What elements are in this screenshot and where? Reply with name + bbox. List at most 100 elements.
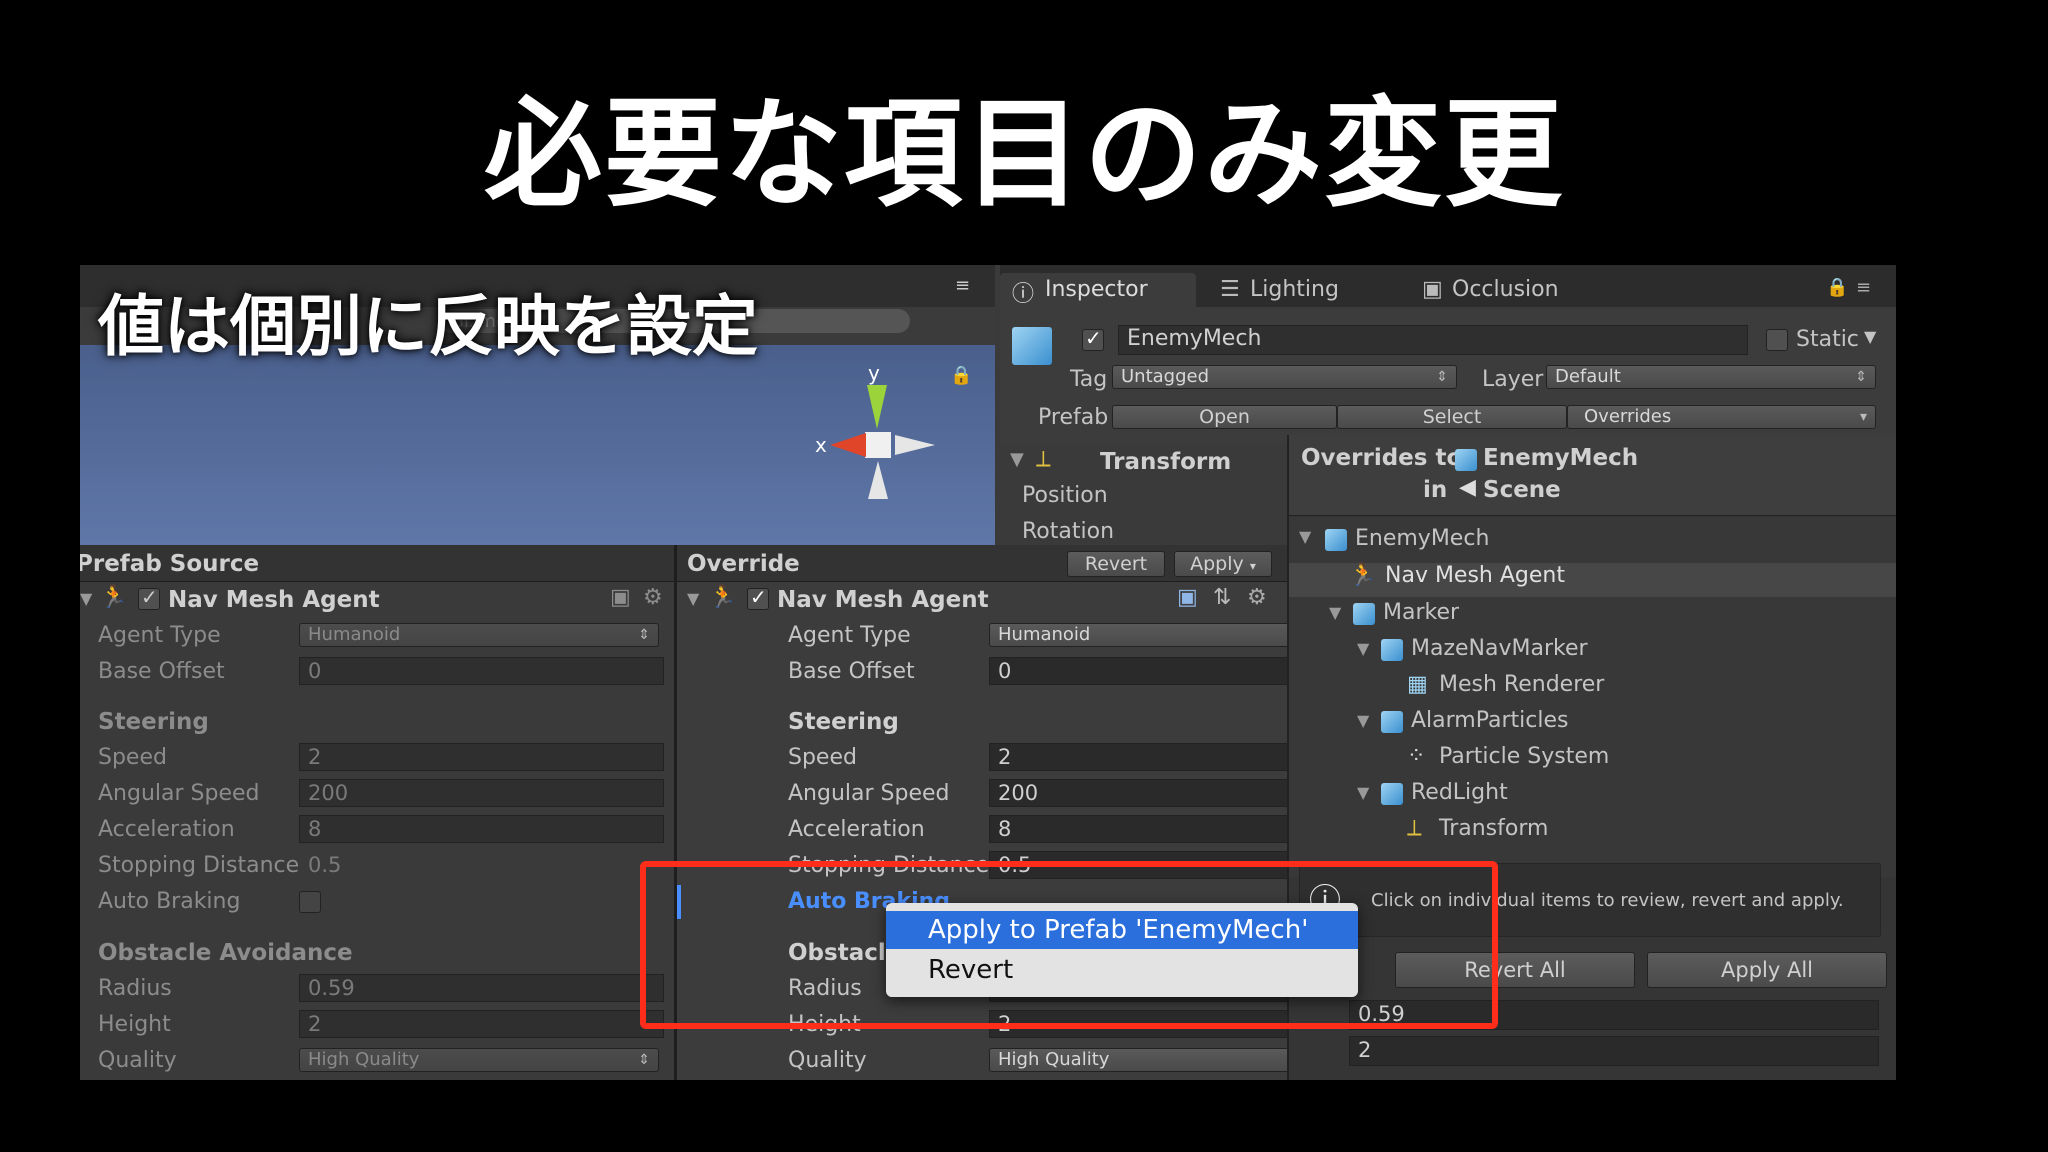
tree-item-transform[interactable]: Transform xyxy=(1439,816,1548,841)
transform-icon: ⟂ xyxy=(1036,447,1051,472)
tab-occlusion[interactable]: Occlusion xyxy=(1452,277,1559,302)
stopping-distance-label: Stopping Distance xyxy=(98,853,300,878)
override-revert-button[interactable]: Revert xyxy=(1067,551,1165,577)
tree-foldout-icon[interactable]: ▼ xyxy=(1357,639,1369,658)
speed-label: Speed xyxy=(788,745,857,770)
acceleration-field: 8 xyxy=(299,815,664,843)
steering-header: Steering xyxy=(788,709,899,735)
layer-dropdown[interactable]: Default ⇕ xyxy=(1546,365,1876,389)
info-icon: ⓘ xyxy=(1012,282,1035,307)
acceleration-label: Acceleration xyxy=(788,817,925,842)
unity-scene-icon: ◀ xyxy=(1459,475,1476,500)
base-offset-label: Base Offset xyxy=(788,659,915,684)
component-foldout-icon[interactable]: ▼ xyxy=(687,589,699,608)
acceleration-label: Acceleration xyxy=(98,817,235,842)
slide-caption: 値は個別に反映を設定 xyxy=(98,288,758,365)
prefab-cube-icon xyxy=(1325,529,1347,551)
help-icon[interactable]: ▣ xyxy=(610,585,631,610)
height-field: 2 xyxy=(299,1010,664,1038)
static-checkbox[interactable] xyxy=(1766,329,1788,351)
gizmo-y-label: y xyxy=(868,361,880,385)
overrides-tree: ▼ EnemyMech 🏃 Nav Mesh Agent ▼ Marker ▼ … xyxy=(1289,517,1896,877)
active-checkbox[interactable]: ✓ xyxy=(1082,326,1104,351)
object-name-field[interactable]: EnemyMech xyxy=(1118,325,1748,355)
override-title: Override xyxy=(687,551,800,577)
steering-header: Steering xyxy=(98,709,209,735)
tree-item-mazenavmarker[interactable]: MazeNavMarker xyxy=(1411,636,1588,661)
height-field-behind: 2 xyxy=(1349,1036,1879,1066)
height-label: Height xyxy=(98,1012,171,1037)
quality-label: Quality xyxy=(788,1048,867,1073)
component-title: Nav Mesh Agent xyxy=(777,587,989,613)
base-offset-label: Base Offset xyxy=(98,659,225,684)
agent-type-label: Agent Type xyxy=(788,623,911,648)
gizmo-x-cone xyxy=(830,433,866,457)
stopping-distance-field: 0.5 xyxy=(299,851,664,879)
tree-foldout-icon[interactable]: ▼ xyxy=(1357,783,1369,802)
particle-system-icon: ⁘ xyxy=(1407,744,1426,769)
prefab-overrides-label: Overrides xyxy=(1584,406,1672,427)
tree-item-mesh-renderer[interactable]: Mesh Renderer xyxy=(1439,672,1604,697)
transform-foldout-icon[interactable]: ▼ xyxy=(1010,449,1024,470)
inspector-lock-icon[interactable]: 🔒 xyxy=(1826,277,1848,298)
help-icon[interactable]: ▣ xyxy=(1177,585,1198,610)
quality-dropdown: High Quality ⇕ xyxy=(299,1048,659,1072)
static-dropdown-icon[interactable]: ▼ xyxy=(1864,327,1876,346)
component-foldout-icon[interactable]: ▼ xyxy=(80,589,92,608)
prefab-source-title: Prefab Source xyxy=(80,551,260,577)
prefab-cube-icon xyxy=(1455,449,1477,471)
tree-item-nav-mesh-agent[interactable]: Nav Mesh Agent xyxy=(1385,563,1565,588)
tree-item-redlight[interactable]: RedLight xyxy=(1411,780,1508,805)
preset-icon[interactable]: ⇅ xyxy=(1213,585,1231,610)
tree-foldout-icon[interactable]: ▼ xyxy=(1329,603,1341,622)
prefab-select-button[interactable]: Select xyxy=(1337,405,1567,429)
tree-foldout-icon[interactable]: ▼ xyxy=(1357,711,1369,730)
prefab-cube-icon xyxy=(1012,327,1052,365)
transform-label: Transform xyxy=(1100,449,1232,475)
tab-lighting[interactable]: Lighting xyxy=(1250,277,1339,302)
inspector-tabbar: ⓘ Inspector ☰ Lighting ▣ Occlusion 🔒 ≡ xyxy=(1000,265,1896,307)
gear-icon[interactable]: ⚙ xyxy=(1247,585,1267,610)
obstacle-avoidance-header: Obstacle Avoidance xyxy=(98,940,353,966)
rotation-label: Rotation xyxy=(1022,519,1115,544)
angular-speed-label: Angular Speed xyxy=(98,781,260,806)
agent-type-value: Humanoid xyxy=(998,624,1091,645)
scene-lock-icon[interactable]: 🔒 xyxy=(950,365,972,386)
override-apply-button[interactable]: Apply ▾ xyxy=(1174,551,1272,577)
tag-label: Tag xyxy=(1070,367,1108,392)
prefab-cube-icon xyxy=(1381,639,1403,661)
mesh-renderer-icon: ▦ xyxy=(1407,672,1428,697)
tree-item-particle-system[interactable]: Particle System xyxy=(1439,744,1609,769)
static-label: Static xyxy=(1796,327,1859,352)
gizmo-center-cube xyxy=(865,432,891,458)
base-offset-field: 0 xyxy=(299,657,664,685)
scene-menu-icon[interactable]: ≡ xyxy=(955,275,970,296)
component-enabled-checkbox[interactable]: ✓ xyxy=(747,585,769,610)
prefab-label: Prefab xyxy=(1038,405,1109,430)
quality-value: High Quality xyxy=(308,1049,420,1070)
tree-item-alarmparticles[interactable]: AlarmParticles xyxy=(1411,708,1568,733)
apply-all-button[interactable]: Apply All xyxy=(1647,952,1887,988)
component-title: Nav Mesh Agent xyxy=(168,587,380,613)
tree-item-marker[interactable]: Marker xyxy=(1383,600,1459,625)
auto-braking-checkbox xyxy=(299,891,321,913)
tree-item-enemymech[interactable]: EnemyMech xyxy=(1355,526,1489,551)
gizmo-y-cone xyxy=(867,385,887,429)
tab-inspector[interactable]: ⓘ Inspector xyxy=(1000,273,1196,307)
angular-speed-label: Angular Speed xyxy=(788,781,950,806)
tree-foldout-icon[interactable]: ▼ xyxy=(1299,527,1311,546)
gizmo-neg-y-cone xyxy=(868,461,888,499)
transform-component: ▼ ⟂ Transform Position Rotation xyxy=(1000,445,1300,545)
unity-screenshot: Gizmos y x 🔒 ≡ 値は個別に反映を設定 ⓘ Inspector ☰ … xyxy=(80,265,1896,1080)
gear-icon[interactable]: ⚙ xyxy=(643,585,663,610)
gizmo-x-label: x xyxy=(815,433,827,457)
highlight-box xyxy=(640,861,1498,1029)
tag-dropdown[interactable]: Untagged ⇕ xyxy=(1112,365,1457,389)
agent-type-value: Humanoid xyxy=(308,624,401,645)
inspector-menu-icon[interactable]: ≡ xyxy=(1856,277,1871,298)
prefab-open-button[interactable]: Open xyxy=(1112,405,1337,429)
quality-value: High Quality xyxy=(998,1049,1110,1070)
prefab-overrides-dropdown[interactable]: Overrides ▾ xyxy=(1567,405,1876,429)
orientation-gizmo[interactable]: y x xyxy=(805,361,955,505)
prefab-cube-icon xyxy=(1353,603,1375,625)
